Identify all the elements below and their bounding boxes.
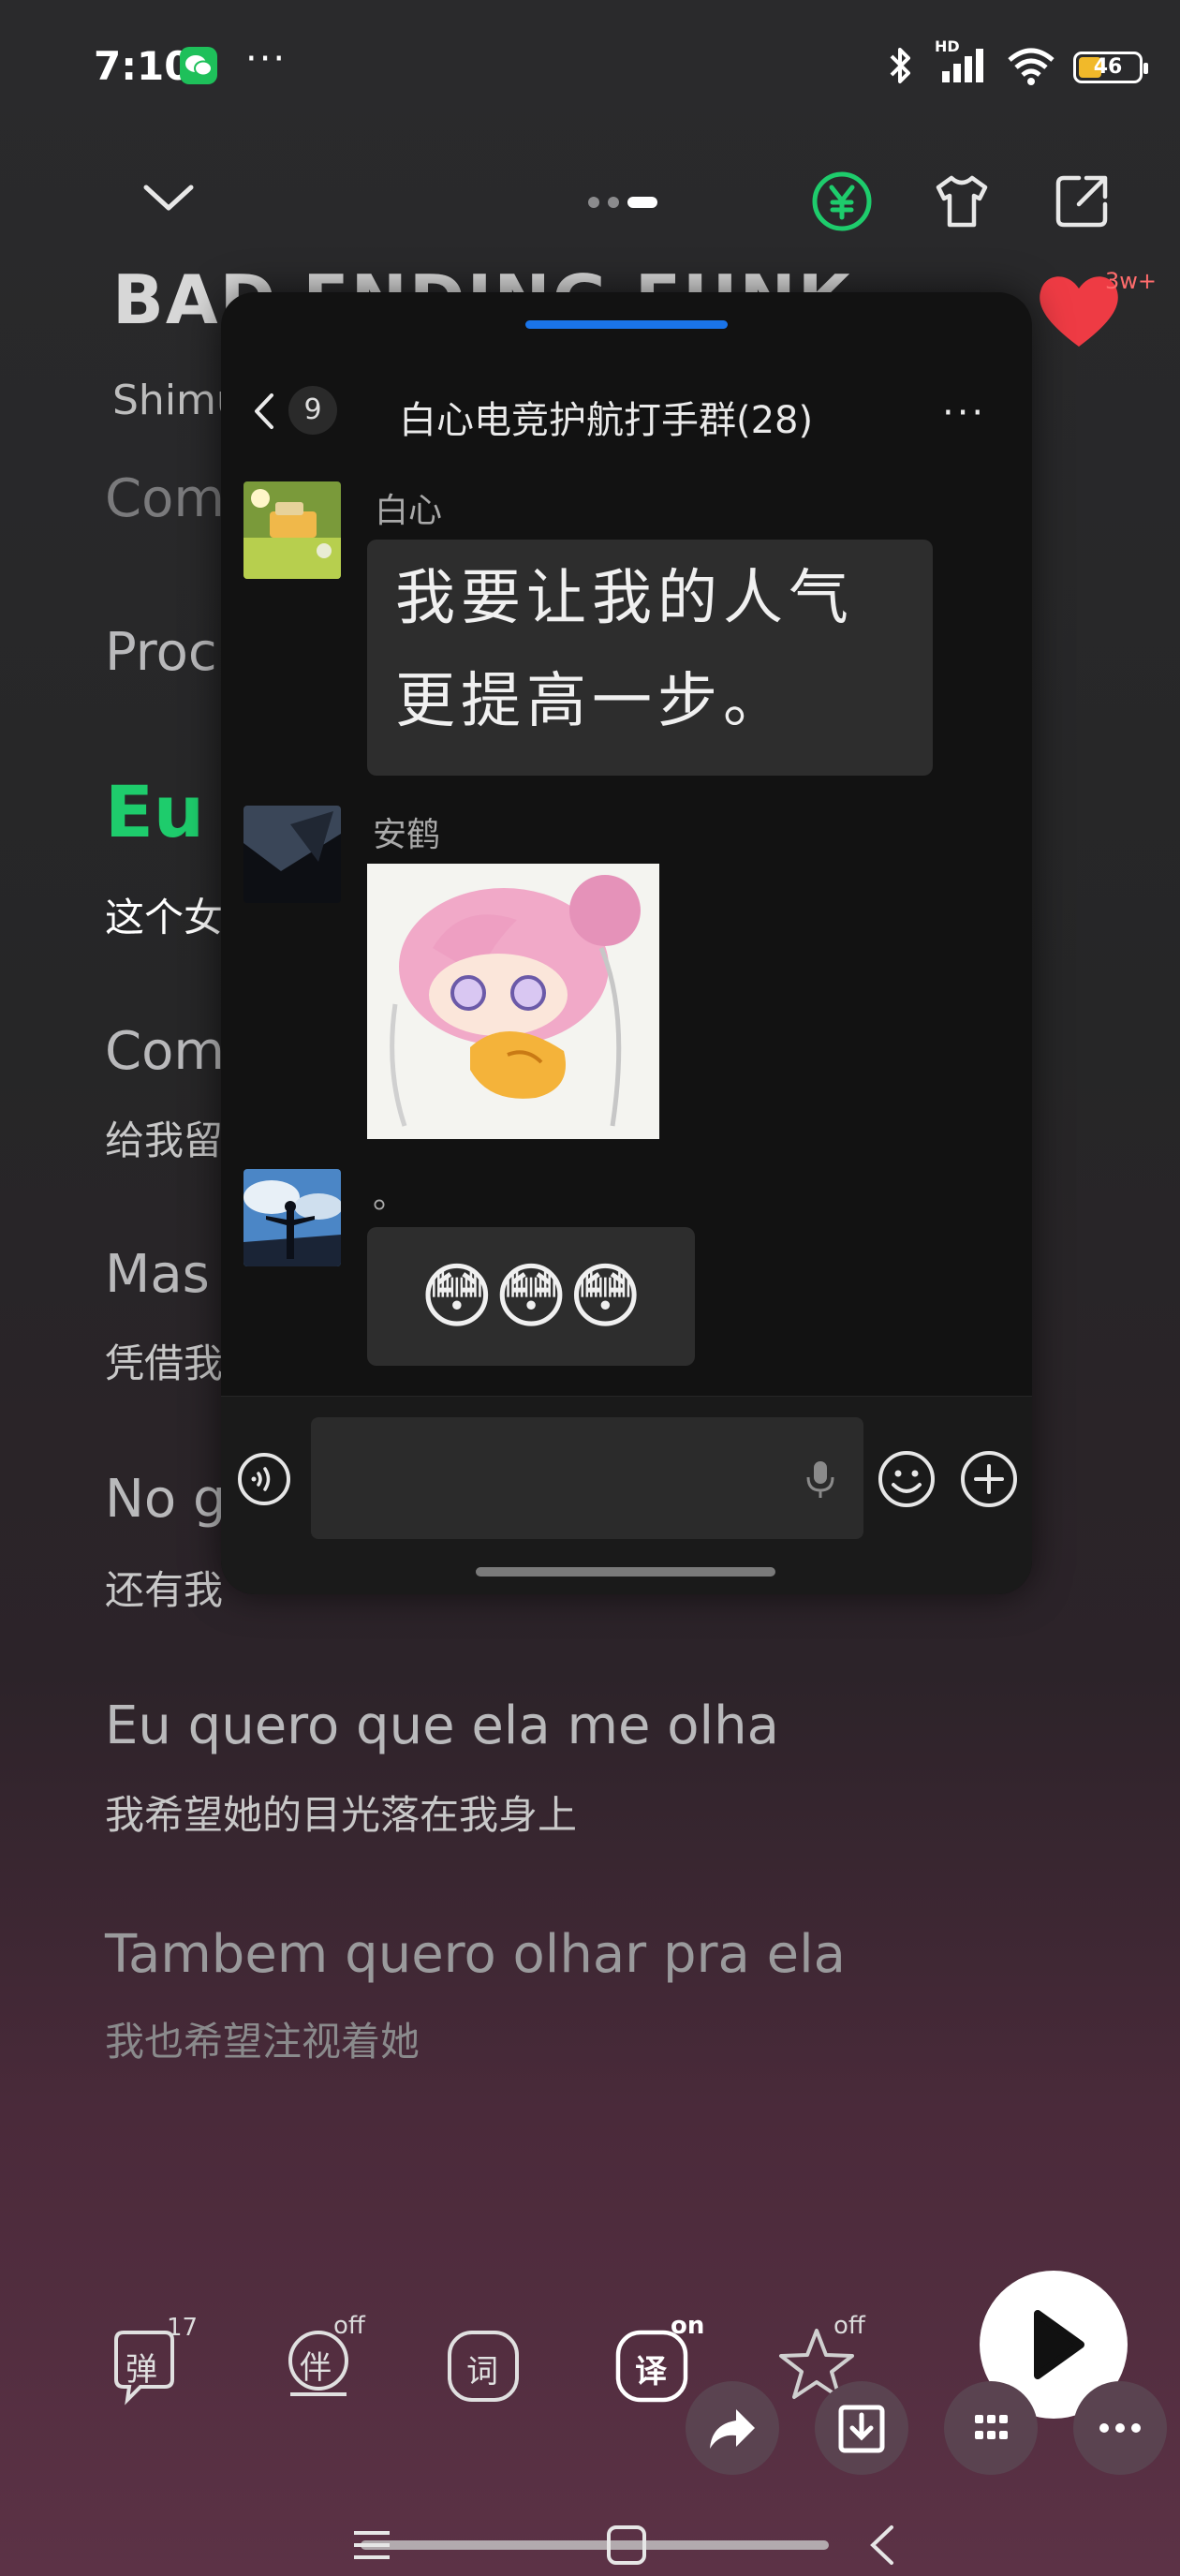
lyric-line[interactable]: Com: [105, 468, 225, 529]
share-icon[interactable]: [1051, 170, 1113, 232]
wechat-notification-icon: [180, 47, 217, 84]
network-type-label: HD: [935, 37, 960, 55]
danmaku-label: 弹: [125, 2351, 157, 2389]
back-nav-icon[interactable]: [860, 2522, 907, 2572]
lyric-line[interactable]: Mas: [105, 1244, 210, 1305]
more-options-button[interactable]: [1073, 2381, 1167, 2475]
lyric-translation: 这个女: [105, 895, 224, 940]
accompany-label: 伴: [300, 2349, 332, 2387]
lyric-line[interactable]: Com: [105, 1021, 225, 1082]
lyric-line[interactable]: Eu quero que ela me olha: [105, 1695, 779, 1756]
bluetooth-icon: [884, 45, 918, 90]
sender-name: 安鹤: [373, 816, 441, 854]
battery-icon: 46: [1073, 52, 1148, 83]
tshirt-icon[interactable]: [931, 170, 993, 232]
apps-grid-button[interactable]: [944, 2381, 1038, 2475]
sender-name: 。: [373, 1177, 407, 1216]
save-download-button[interactable]: [815, 2381, 908, 2475]
anime-girl-sticker[interactable]: [367, 864, 659, 1139]
page-indicator: [588, 197, 657, 208]
lyric-translation: 我也希望注视着她: [105, 2019, 420, 2065]
chat-title: 白心电竞护航打手群(28): [399, 399, 814, 442]
translate-status: on: [671, 2312, 705, 2340]
favorite-status: off: [833, 2312, 865, 2340]
danmaku-count: 17: [167, 2314, 199, 2342]
lyric-line-active[interactable]: Eu: [105, 770, 204, 853]
wifi-icon: [1006, 45, 1056, 90]
microphone-icon[interactable]: [804, 1458, 837, 1503]
window-drag-handle[interactable]: [525, 320, 728, 329]
translate-label: 译: [635, 2353, 667, 2391]
message-text-line: 更提高一步。: [395, 667, 789, 736]
floating-chat-window[interactable]: 9 白心电竞护航打手群(28) ··· 白心 我要让我的人气 更提高一步。 安鹤: [221, 292, 1032, 1594]
lyric-translation: 还有我: [105, 1567, 224, 1613]
unread-count-badge[interactable]: 9: [288, 386, 337, 435]
emoji-icon[interactable]: [877, 1449, 937, 1513]
lyrics-word-button[interactable]: 词: [446, 2329, 519, 2402]
lyric-line[interactable]: Proc: [105, 622, 217, 683]
lyric-translation: 给我留: [105, 1118, 224, 1163]
lyric-translation: 凭借我: [105, 1340, 224, 1386]
forward-share-button[interactable]: [686, 2381, 779, 2475]
menu-nav-icon[interactable]: [348, 2522, 395, 2572]
lyric-line[interactable]: Tambem quero olhar pra ela: [105, 1924, 846, 1985]
message-composer: [221, 1396, 1032, 1594]
add-plus-icon[interactable]: [959, 1449, 1019, 1513]
message-input[interactable]: [311, 1417, 863, 1539]
avatar[interactable]: [243, 806, 341, 903]
avatar[interactable]: [243, 481, 341, 579]
sender-name: 白心: [375, 492, 443, 530]
home-nav-icon[interactable]: [603, 2522, 650, 2572]
status-more-dots: ···: [245, 37, 288, 81]
flushed-face-emoji: 😳😳😳: [420, 1254, 642, 1338]
like-count: 3w+: [1105, 268, 1158, 294]
chat-more-button[interactable]: ···: [942, 392, 986, 435]
voice-input-icon[interactable]: [236, 1451, 292, 1511]
accompany-status: off: [333, 2312, 365, 2340]
status-time: 7:10: [94, 43, 192, 89]
gesture-bar[interactable]: [361, 2540, 829, 2550]
avatar[interactable]: [243, 1169, 341, 1266]
lyric-translation: 我希望她的目光落在我身上: [105, 1792, 578, 1838]
cellular-signal-icon: HD: [935, 37, 989, 90]
back-arrow-icon[interactable]: [245, 388, 283, 435]
battery-level: 46: [1093, 55, 1123, 79]
message-bubble[interactable]: 😳😳😳: [367, 1227, 695, 1366]
lyrics-word-label: 词: [466, 2353, 498, 2391]
message-text-line: 我要让我的人气: [395, 564, 854, 633]
chevron-down-icon[interactable]: [142, 178, 194, 215]
lyric-line[interactable]: No g: [105, 1469, 227, 1530]
window-home-indicator[interactable]: [476, 1567, 775, 1577]
message-bubble[interactable]: 我要让我的人气 更提高一步。: [367, 540, 933, 776]
yen-coin-icon[interactable]: [811, 170, 873, 232]
status-right-group: HD 46: [884, 37, 1148, 90]
